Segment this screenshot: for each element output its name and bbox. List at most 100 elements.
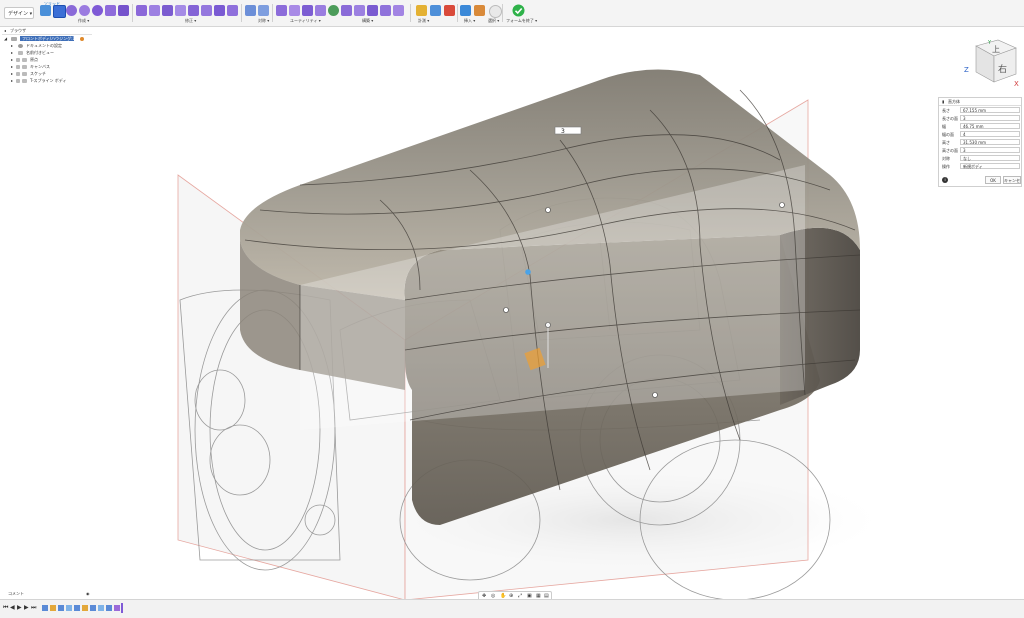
insert-point-icon[interactable] [175, 5, 186, 16]
width-field[interactable]: 46.75 mm [960, 123, 1020, 129]
sphere-icon[interactable] [79, 5, 90, 16]
ok-button[interactable]: OK [985, 176, 1001, 184]
group-construct-label[interactable]: 構築 ▾ [362, 18, 373, 24]
group-utilities-label[interactable]: ユーティリティ ▾ [290, 18, 321, 24]
timeline-feature-icon[interactable] [66, 605, 72, 611]
divider [410, 4, 411, 22]
timeline-feature-icon[interactable] [106, 605, 112, 611]
group-finish-form-label[interactable]: フォームを終了 ▾ [506, 18, 537, 24]
fill-hole-icon[interactable] [214, 5, 225, 16]
length-faces-field[interactable]: 3 [960, 115, 1020, 121]
mirror-internal-icon[interactable] [245, 5, 256, 16]
prop-label: 長さの面 [942, 116, 958, 121]
timeline-feature-icon[interactable] [90, 605, 96, 611]
insert-image-icon[interactable] [460, 5, 471, 16]
weld-vertices-icon[interactable] [227, 5, 238, 16]
new-component-icon[interactable] [40, 5, 51, 16]
box-icon[interactable] [53, 5, 66, 18]
divider [502, 4, 503, 22]
prop-row-length-faces: 長さの面 3 [942, 115, 1020, 122]
merge-edge-icon[interactable] [188, 5, 199, 16]
dimension-input-value[interactable]: 3 [561, 128, 565, 135]
axis-x-label: X [1014, 80, 1019, 88]
timeline-feature-icon[interactable] [82, 605, 88, 611]
insert-svg-icon[interactable] [474, 5, 485, 16]
convert-icon[interactable] [302, 5, 313, 16]
operation-dropdown[interactable]: 新規ボディ [960, 163, 1020, 169]
divider [272, 4, 273, 22]
dialog-title: 直方体 [948, 99, 960, 104]
viewcube[interactable]: 上 右 Z X Y [958, 38, 1020, 90]
box-properties-dialog: ▮ 直方体 長さ 67.155 mm 長さの面 3 幅 46.75 mm 幅の面… [938, 97, 1022, 187]
step-forward-icon[interactable]: ▶ [24, 604, 29, 611]
timeline-feature-icon[interactable] [50, 605, 56, 611]
comments-bar: コメント ◉ [0, 590, 95, 598]
3d-viewport[interactable]: 3 [0, 27, 1024, 599]
group-insert-label[interactable]: 挿入 ▾ [464, 18, 475, 24]
height-faces-field[interactable]: 3 [960, 147, 1020, 153]
enable-better-performance-icon[interactable] [315, 5, 326, 16]
quadball-icon[interactable] [105, 5, 116, 16]
width-faces-field[interactable]: 4 [960, 131, 1020, 137]
prop-label: 長さ [942, 108, 950, 113]
timeline-feature-icon[interactable] [114, 605, 120, 611]
prop-label: 操作 [942, 164, 950, 169]
prop-row-height: 高さ 31.530 mm [942, 139, 1020, 146]
prop-row-operation: 操作 新規ボディ [942, 163, 1020, 170]
measure-icon[interactable] [416, 5, 427, 16]
select-icon[interactable] [489, 5, 502, 18]
finish-form-icon[interactable] [512, 4, 525, 17]
timeline-marker[interactable] [121, 603, 123, 613]
timeline-feature-icon[interactable] [58, 605, 64, 611]
prop-label: 対称 [942, 156, 950, 161]
cancel-button[interactable]: キャンセル [1003, 176, 1021, 184]
box-display-icon[interactable] [354, 5, 365, 16]
timeline-feature-icon[interactable] [42, 605, 48, 611]
insert-edge-icon[interactable] [149, 5, 160, 16]
group-select-label[interactable]: 選択 ▾ [488, 18, 499, 24]
symmetry-dropdown[interactable]: なし [960, 155, 1020, 161]
play-icon[interactable]: ▶ [17, 604, 22, 611]
timeline-feature-icon[interactable] [98, 605, 104, 611]
cylinder-icon[interactable] [66, 5, 77, 16]
prop-row-symmetry: 対称 なし [942, 155, 1020, 162]
smooth-display-icon[interactable] [341, 5, 352, 16]
viewcube-top-label: 上 [992, 45, 1000, 54]
prop-label: 高さ [942, 140, 950, 145]
main-toolbar: デザイン ▾ ソリッド 作成 ▾ 修正 ▾ 対称 ▾ ユーティリティ ▾ 構築 … [0, 0, 1024, 27]
height-field[interactable]: 31.530 mm [960, 139, 1020, 145]
control-frame-icon[interactable] [367, 5, 378, 16]
comments-toggle-icon[interactable]: ◉ [86, 591, 90, 596]
length-field[interactable]: 67.155 mm [960, 107, 1020, 113]
pipe-icon[interactable] [118, 5, 129, 16]
step-back-icon[interactable]: ◀ [10, 604, 15, 611]
analysis-icon[interactable] [444, 5, 455, 16]
make-uniform-icon[interactable] [289, 5, 300, 16]
uncrease-icon[interactable] [393, 5, 404, 16]
go-to-start-icon[interactable]: ⏮ [3, 604, 8, 612]
torus-icon[interactable] [92, 5, 103, 16]
divider [241, 4, 242, 22]
group-symmetry-label[interactable]: 対称 ▾ [258, 18, 269, 24]
workspace-switcher[interactable]: デザイン ▾ [4, 7, 34, 19]
timeline-feature-icon[interactable] [74, 605, 80, 611]
repair-body-icon[interactable] [276, 5, 287, 16]
crease-icon[interactable] [380, 5, 391, 16]
prop-row-height-faces: 高さの面 3 [942, 147, 1020, 154]
info-icon[interactable]: i [942, 177, 948, 183]
circular-internal-icon[interactable] [258, 5, 269, 16]
timeline-bar: ⏮ ◀ ▶ ▶ ⏭ [0, 599, 1024, 618]
display-mode-icon[interactable] [328, 5, 339, 16]
bridge-icon[interactable] [201, 5, 212, 16]
group-create-label[interactable]: 作成 ▾ [78, 18, 89, 24]
subdivide-icon[interactable] [162, 5, 173, 16]
prop-label: 幅 [942, 124, 946, 129]
prop-row-width: 幅 46.75 mm [942, 123, 1020, 130]
group-inspect-label[interactable]: 計測 ▾ [418, 18, 429, 24]
edit-form-icon[interactable] [136, 5, 147, 16]
interference-icon[interactable] [430, 5, 441, 16]
group-modify-label[interactable]: 修正 ▾ [185, 18, 196, 24]
go-to-end-icon[interactable]: ⏭ [31, 604, 36, 612]
drag-handle-icon[interactable]: ▮ [942, 99, 944, 104]
dimension-input-box[interactable] [554, 126, 582, 135]
